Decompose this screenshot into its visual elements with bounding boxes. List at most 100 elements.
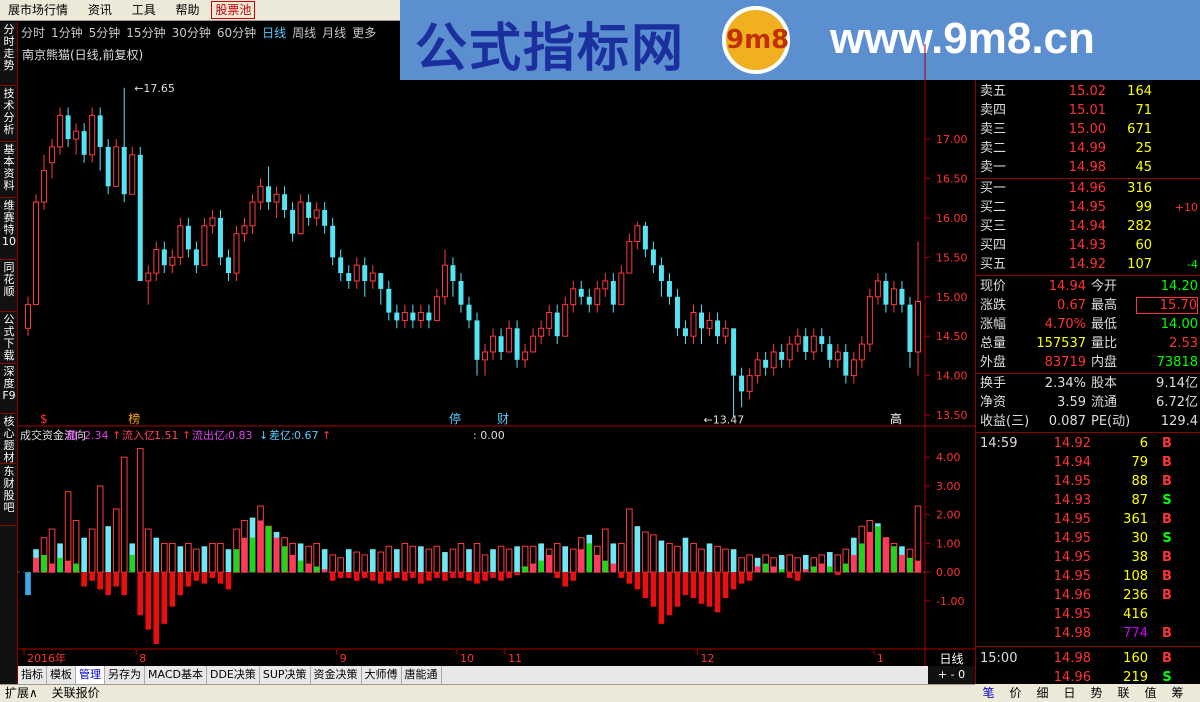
zoom-controls[interactable]: + - 0 bbox=[928, 666, 975, 684]
flow-bar bbox=[786, 554, 794, 573]
candle-body bbox=[602, 280, 609, 290]
buy-row[interactable]: 买五 14.92 107 -4 bbox=[976, 255, 1200, 274]
net-flow-bar bbox=[594, 554, 601, 573]
buy-row[interactable]: 买四 14.93 60 bbox=[976, 236, 1200, 255]
net-flow-bar bbox=[281, 546, 288, 573]
buy-row[interactable]: 买二 14.95 99 +10 bbox=[976, 198, 1200, 217]
candle-body bbox=[241, 225, 248, 235]
menu-item-news[interactable]: 资讯 bbox=[80, 0, 120, 20]
right-tab[interactable]: 联 bbox=[1110, 684, 1137, 702]
sell-row[interactable]: 卖一 14.98 45 bbox=[976, 158, 1200, 177]
candle-body bbox=[682, 328, 688, 337]
candle-body bbox=[273, 193, 280, 203]
sell-label: 卖二 bbox=[980, 141, 1007, 156]
period-tab[interactable]: 更多 bbox=[349, 22, 379, 44]
left-tab[interactable]: 维赛特10 bbox=[0, 198, 18, 260]
toolbar-button[interactable]: 唐能通 bbox=[402, 666, 442, 684]
left-tab[interactable]: 基本资料 bbox=[0, 142, 18, 198]
period-tab[interactable]: 5分钟 bbox=[86, 22, 124, 44]
event-marker[interactable]: 财 bbox=[497, 412, 509, 426]
candle-body bbox=[594, 288, 601, 306]
left-tab[interactable]: 深度F9 bbox=[0, 364, 18, 414]
right-tab[interactable]: 筹 bbox=[1164, 684, 1191, 702]
right-tab[interactable]: 细 bbox=[1029, 684, 1056, 702]
period-tab[interactable]: 月线 bbox=[319, 22, 349, 44]
toolbar-button[interactable]: 管理 bbox=[76, 666, 105, 684]
candle-body bbox=[129, 154, 136, 195]
tick-row: 14.93 87 S bbox=[976, 491, 1200, 510]
sell-label: 卖一 bbox=[980, 160, 1007, 175]
net-flow-bar bbox=[818, 563, 825, 573]
candle-body bbox=[105, 146, 111, 187]
period-tab[interactable]: 日线 bbox=[259, 22, 289, 44]
toolbar-button[interactable]: 大师傅 bbox=[362, 666, 402, 684]
period-tab[interactable]: 30分钟 bbox=[169, 22, 214, 44]
period-indicator[interactable]: 日线 bbox=[928, 650, 975, 666]
left-tab[interactable]: 分时走势 bbox=[0, 22, 18, 86]
divider bbox=[976, 646, 1200, 647]
sell-row[interactable]: 卖四 15.01 71 bbox=[976, 101, 1200, 120]
event-marker[interactable]: 停 bbox=[449, 411, 461, 426]
indicator-label: 额: bbox=[66, 429, 81, 442]
buy-row[interactable]: 买一 14.96 316 bbox=[976, 179, 1200, 198]
tick-volume: 87 bbox=[1131, 493, 1148, 508]
right-tab[interactable]: 日 bbox=[1056, 684, 1083, 702]
left-tab[interactable]: 同花顺 bbox=[0, 260, 18, 312]
left-tab[interactable]: 公式下载 bbox=[0, 312, 18, 364]
event-marker[interactable]: $ bbox=[40, 412, 48, 426]
candle-body bbox=[803, 336, 809, 352]
net-flow-bar bbox=[450, 572, 456, 578]
quote-row: 现价 14.94 今开 14.20 bbox=[976, 277, 1200, 296]
flow-bar bbox=[161, 542, 168, 573]
buy-volume: 60 bbox=[1135, 238, 1152, 253]
candle-body bbox=[722, 327, 729, 337]
related-quote-button[interactable]: 关联报价 bbox=[47, 685, 105, 702]
left-tab[interactable]: 技术分析 bbox=[0, 86, 18, 142]
period-tab[interactable]: 分时 bbox=[18, 22, 48, 44]
left-tab[interactable]: 核心题材 bbox=[0, 414, 18, 464]
net-flow-bar bbox=[113, 572, 120, 587]
buy-change: -4 bbox=[1187, 258, 1198, 271]
quote-label: 内盘 bbox=[1091, 355, 1118, 370]
sell-row[interactable]: 卖五 15.02 164 bbox=[976, 82, 1200, 101]
kline-chart[interactable]: 17.0016.5016.0015.5015.0014.5014.0013.50… bbox=[18, 44, 975, 666]
toolbar-button[interactable]: DDE决策 bbox=[207, 666, 260, 684]
toolbar-button[interactable]: 资金决策 bbox=[311, 666, 362, 684]
net-flow-bar bbox=[249, 537, 256, 573]
candle-body bbox=[546, 312, 553, 329]
menu-item-help[interactable]: 帮助 bbox=[168, 0, 208, 20]
menu-item-market[interactable]: 展市场行情 bbox=[0, 0, 76, 20]
period-tab[interactable]: 15分钟 bbox=[123, 22, 168, 44]
quote-row: 总量 157537 量比 2.53 bbox=[976, 334, 1200, 353]
right-tab[interactable]: 笔 bbox=[975, 684, 1002, 702]
menu-item-tools[interactable]: 工具 bbox=[124, 0, 164, 20]
candle-body bbox=[177, 225, 184, 258]
event-marker[interactable]: 榜 bbox=[128, 411, 140, 426]
toolbar-button[interactable]: 模板 bbox=[47, 666, 76, 684]
flow-bar bbox=[433, 545, 441, 573]
candle-body bbox=[225, 257, 231, 274]
sell-row[interactable]: 卖三 15.00 671 bbox=[976, 120, 1200, 139]
buy-row[interactable]: 买三 14.94 282 bbox=[976, 217, 1200, 236]
menu-item-stock-pool[interactable]: 股票池 bbox=[211, 1, 256, 19]
left-tab[interactable]: 东财股吧 bbox=[0, 464, 18, 526]
toolbar-button[interactable]: SUP决策 bbox=[260, 666, 311, 684]
right-tab[interactable]: 值 bbox=[1137, 684, 1164, 702]
candle-body bbox=[410, 312, 416, 321]
toolbar-button[interactable]: 另存为 bbox=[105, 666, 145, 684]
sell-row[interactable]: 卖二 14.99 25 bbox=[976, 139, 1200, 158]
expand-button[interactable]: 扩展∧ bbox=[0, 685, 43, 702]
period-tab[interactable]: 周线 bbox=[289, 22, 319, 44]
right-tab[interactable]: 价 bbox=[1002, 684, 1029, 702]
net-flow-bar bbox=[209, 572, 216, 578]
net-flow-bar bbox=[875, 526, 881, 573]
period-tab[interactable]: 1分钟 bbox=[48, 22, 86, 44]
tick-row: 14:59 14.92 6 B bbox=[976, 434, 1200, 453]
quote-label: 最高 bbox=[1091, 298, 1118, 313]
event-marker[interactable]: 高 bbox=[890, 411, 902, 426]
candle-body bbox=[313, 209, 320, 219]
right-tab[interactable]: 势 bbox=[1083, 684, 1110, 702]
period-tab[interactable]: 60分钟 bbox=[214, 22, 259, 44]
toolbar-button[interactable]: MACD基本 bbox=[145, 666, 207, 684]
toolbar-button[interactable]: 指标 bbox=[18, 666, 47, 684]
